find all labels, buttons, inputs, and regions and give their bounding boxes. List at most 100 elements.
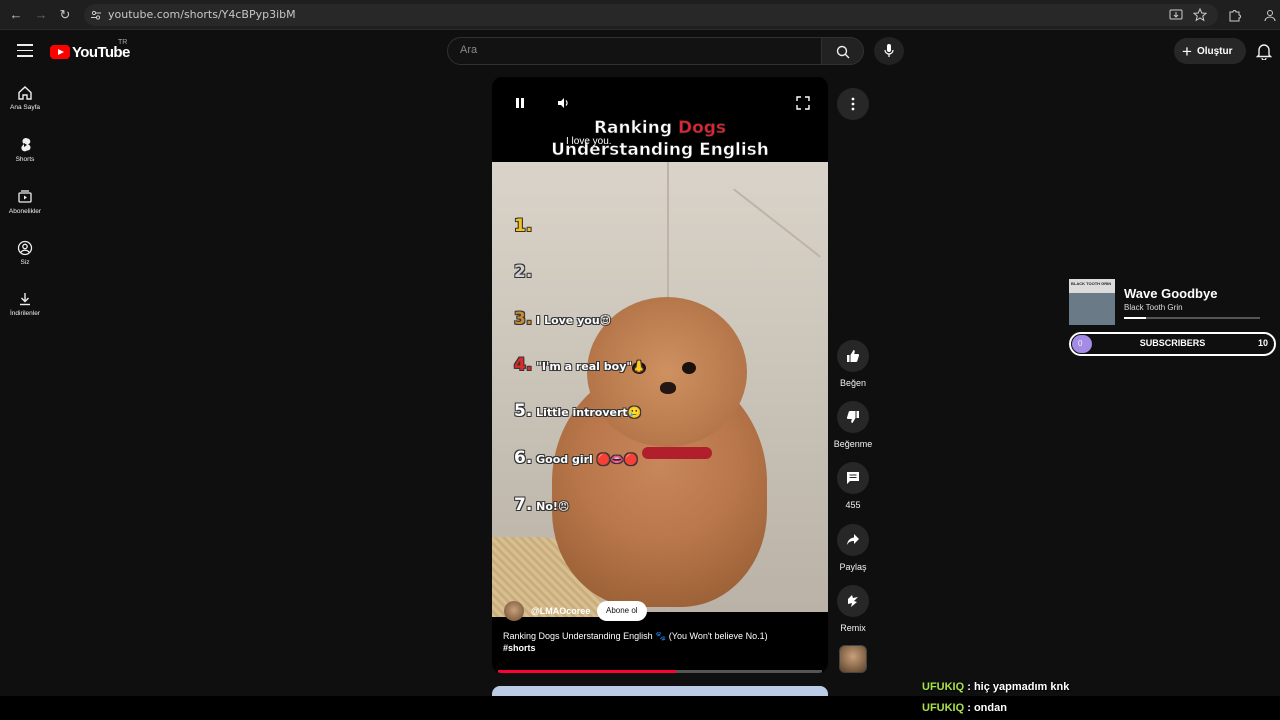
- back-icon[interactable]: ←: [8, 7, 24, 23]
- youtube-play-icon: [50, 45, 70, 59]
- rank-item: 4. "I'm a real boy"👃: [514, 355, 646, 375]
- video-caption: I love you.: [566, 136, 612, 147]
- bookmark-star-icon[interactable]: [1193, 8, 1207, 22]
- chat-username: UFUKIQ: [922, 681, 965, 693]
- song-title: Wave Goodbye: [1124, 286, 1218, 301]
- sidebar-item-label: Abonelikler: [8, 208, 42, 215]
- voice-search-button[interactable]: [874, 37, 904, 65]
- chat-text: : hiç yapmadım knk: [964, 681, 1070, 693]
- sidebar-item-label: Siz: [20, 259, 30, 266]
- extensions-icon[interactable]: [1228, 8, 1242, 22]
- dog-nose: [660, 382, 676, 394]
- search-icon: [836, 45, 850, 59]
- overlay-title-highlight: Dogs: [677, 118, 727, 139]
- sidebar-item-label: Shorts: [15, 156, 35, 163]
- user-icon: [17, 240, 33, 256]
- video-overlay-subtitle: Understanding English: [551, 140, 769, 161]
- chat-text: : ondan: [964, 702, 1007, 714]
- rank-item: 6. Good girl 🔴👄🔴: [514, 448, 638, 468]
- dog-collar: [642, 447, 712, 459]
- microphone-icon: [884, 44, 894, 57]
- profile-icon[interactable]: [1263, 8, 1277, 22]
- rank-text: Good girl 🔴👄🔴: [536, 453, 638, 466]
- video-title[interactable]: Ranking Dogs Understanding English 🐾 (Yo…: [503, 629, 813, 643]
- notifications-bell-icon[interactable]: [1256, 42, 1272, 60]
- sidebar-item-shorts[interactable]: Shorts: [0, 137, 50, 181]
- sidebar-item-subscriptions[interactable]: Abonelikler: [0, 189, 50, 233]
- forward-icon[interactable]: →: [33, 7, 49, 23]
- volume-icon[interactable]: [556, 96, 570, 110]
- subscriber-goal-target: 10: [1257, 338, 1268, 348]
- album-art-text: BLACK TOOTH GRIN: [1071, 281, 1112, 286]
- subscriber-goal-label: SUBSCRIBERS: [1139, 338, 1206, 348]
- rank-number: 7.: [514, 495, 533, 515]
- subscriber-goal-widget: 0 SUBSCRIBERS 10: [1069, 332, 1276, 356]
- dog-eye: [682, 362, 696, 374]
- remix-label: Remix: [840, 623, 866, 633]
- browser-toolbar: ← → ↻ youtube.com/shorts/Y4cBPyp3ibM: [0, 0, 1280, 30]
- fullscreen-icon[interactable]: [796, 96, 810, 110]
- rank-text: I Love you😌: [536, 314, 612, 327]
- rank-number: 1.: [514, 216, 533, 236]
- video-progress-bar[interactable]: [498, 670, 822, 673]
- like-label: Beğen: [839, 378, 867, 388]
- song-progress-bar: [1124, 317, 1260, 319]
- rank-item: 2.: [514, 262, 532, 282]
- sidebar-item-label: Ana Sayfa: [10, 104, 40, 111]
- site-settings-icon[interactable]: [90, 9, 102, 21]
- shorts-icon: [21, 137, 31, 152]
- rank-number: 3.: [514, 309, 533, 329]
- hamburger-menu-icon[interactable]: [17, 44, 33, 58]
- download-icon: [20, 293, 30, 306]
- video-overlay-title: Ranking Dogs: [492, 118, 828, 139]
- search-input[interactable]: Ara: [447, 37, 822, 65]
- sound-thumbnail[interactable]: [839, 645, 867, 673]
- chat-message: UFUKIQ : ondan: [922, 702, 1007, 714]
- rank-number: 2.: [514, 262, 533, 282]
- sidebar-item-home[interactable]: Ana Sayfa: [0, 85, 50, 129]
- song-progress-fill: [1124, 317, 1146, 319]
- bottom-bar: [0, 696, 1280, 720]
- more-vert-icon: [851, 97, 855, 111]
- rank-item: 5. Little introvert🥲: [514, 401, 641, 421]
- channel-avatar[interactable]: [504, 601, 524, 621]
- remix-button[interactable]: Remix: [832, 585, 874, 633]
- url-text: youtube.com/shorts/Y4cBPyp3ibM: [108, 8, 296, 21]
- rank-item: 3. I Love you😌: [514, 309, 611, 329]
- now-playing-widget: BLACK TOOTH GRIN Wave Goodbye Black Toot…: [1069, 278, 1280, 328]
- create-button[interactable]: + Oluştur: [1174, 38, 1246, 64]
- install-app-icon[interactable]: [1169, 8, 1183, 22]
- address-bar[interactable]: youtube.com/shorts/Y4cBPyp3ibM: [84, 4, 1218, 26]
- like-button[interactable]: Beğen: [832, 340, 874, 388]
- create-label: Oluştur: [1196, 45, 1233, 57]
- home-icon: [18, 86, 32, 100]
- subscriptions-icon: [18, 190, 32, 203]
- dislike-label: Beğenme: [833, 439, 873, 449]
- overlay-title-word: Ranking: [593, 118, 673, 139]
- comments-button[interactable]: 455: [832, 462, 874, 510]
- song-artist: Black Tooth Grin: [1124, 303, 1183, 312]
- rank-item: 1.: [514, 216, 532, 236]
- remix-icon: [848, 595, 858, 607]
- thumbs-up-icon: [847, 350, 860, 362]
- share-icon: [847, 534, 859, 545]
- hashtag-link[interactable]: #shorts: [503, 643, 536, 653]
- sidebar-item-label: İndirilenler: [10, 310, 40, 317]
- dislike-button[interactable]: Beğenme: [832, 401, 874, 449]
- share-button[interactable]: Paylaş: [832, 524, 874, 572]
- album-art: BLACK TOOTH GRIN: [1069, 279, 1115, 325]
- share-label: Paylaş: [839, 562, 867, 572]
- sidebar-item-downloads[interactable]: İndirilenler: [0, 291, 50, 335]
- sidebar-item-you[interactable]: Siz: [0, 240, 50, 284]
- chat-message: UFUKIQ : hiç yapmadım knk: [922, 681, 1069, 693]
- rank-number: 5.: [514, 401, 533, 421]
- subscribe-button[interactable]: Abone ol: [597, 601, 647, 621]
- rank-text: Little introvert🥲: [536, 406, 642, 419]
- reload-icon[interactable]: ↻: [57, 7, 73, 23]
- more-options-button[interactable]: [837, 88, 869, 120]
- shorts-player[interactable]: Ranking Dogs Understanding English I lov…: [492, 77, 828, 673]
- video-frame[interactable]: [492, 162, 828, 617]
- channel-name[interactable]: @LMAOcoree: [531, 606, 590, 616]
- pause-icon[interactable]: [513, 96, 527, 110]
- search-button[interactable]: [821, 37, 864, 65]
